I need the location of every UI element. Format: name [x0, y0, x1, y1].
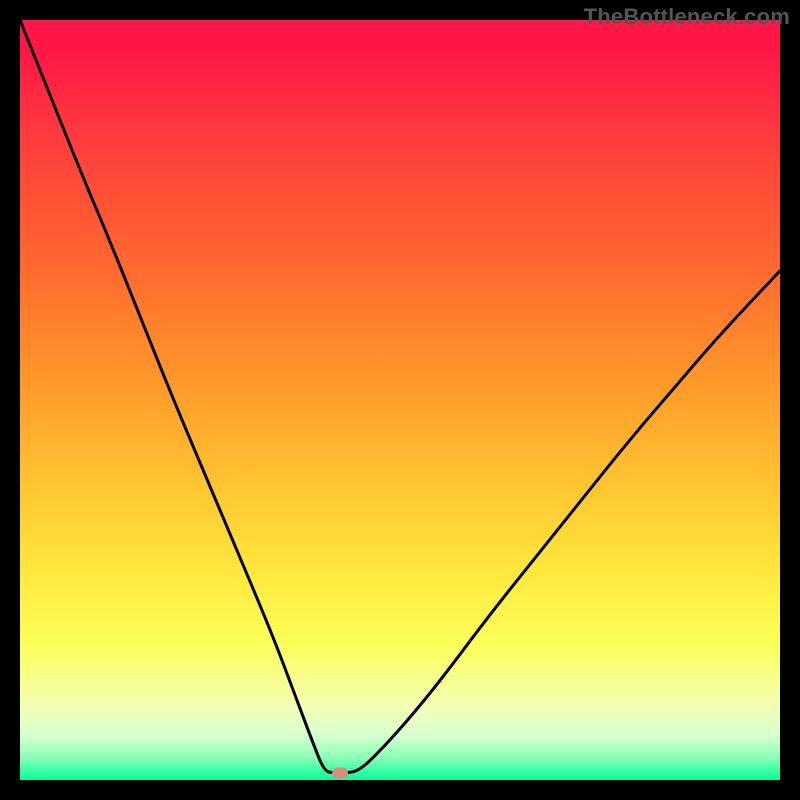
watermark-label: TheBottleneck.com — [584, 4, 790, 30]
optimal-point-marker — [332, 768, 348, 779]
chart-frame: TheBottleneck.com — [0, 0, 800, 800]
curve-path — [20, 20, 780, 773]
plot-area — [20, 20, 780, 780]
bottleneck-curve — [20, 20, 780, 780]
